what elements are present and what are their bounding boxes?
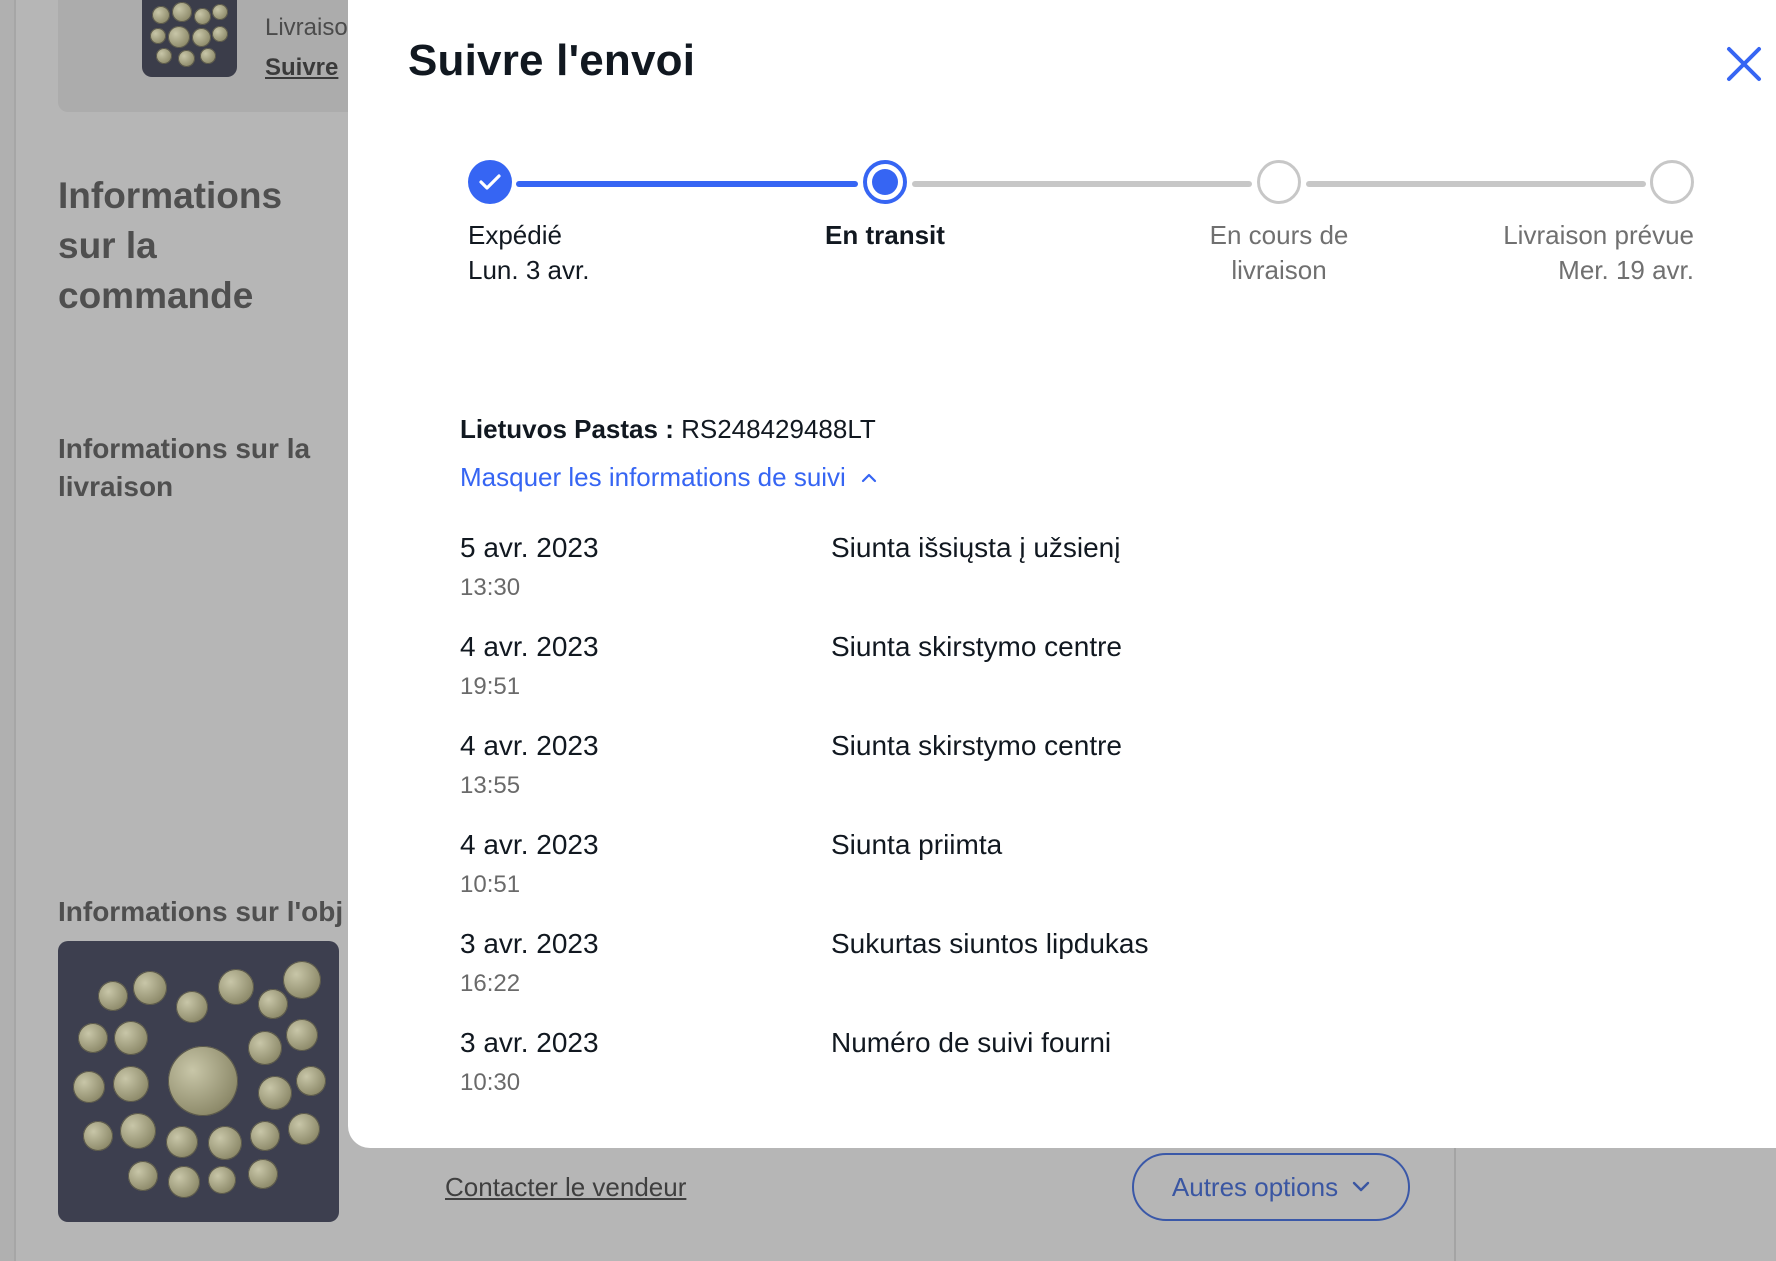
event-date: 4 avr. 2023: [460, 730, 599, 761]
step-expected-delivery-date: Mer. 19 avr.: [1558, 255, 1694, 285]
tracking-event: 4 avr. 2023 10:51 Siunta priimta: [460, 829, 1660, 928]
close-button[interactable]: [1720, 40, 1768, 88]
event-description: Siunta priimta: [831, 829, 1003, 860]
shipment-progress-tracker: Expédié Lun. 3 avr. En transit En cours …: [348, 160, 1776, 300]
order-info-heading: Informations sur la commande: [58, 174, 283, 316]
step-out-for-delivery-label: En cours de livraison: [1179, 218, 1379, 288]
event-description: Siunta skirstymo centre: [831, 730, 1122, 761]
track-shipment-link[interactable]: Suivre: [265, 54, 338, 82]
event-time: 16:22: [460, 970, 521, 997]
tracking-event: 3 avr. 2023 10:30 Numéro de suivi fourni: [460, 1027, 1660, 1126]
step-expected-delivery-node: [1650, 160, 1694, 204]
event-time: 13:55: [460, 772, 521, 799]
step-expected-delivery-label: Livraison prévue Mer. 19 avr.: [1444, 218, 1694, 288]
step-out-for-delivery-sub: livraison: [1231, 255, 1327, 285]
step-shipped-node: [468, 160, 512, 204]
progress-segment-3: [1306, 181, 1646, 187]
delivery-status-text: Livraiso: [265, 14, 348, 41]
more-options-button[interactable]: Autres options: [1132, 1153, 1410, 1221]
progress-segment-1: [516, 181, 858, 187]
item-info-heading: Informations sur l'obj: [58, 896, 344, 927]
check-icon: [479, 174, 501, 190]
tracking-event: 4 avr. 2023 19:51 Siunta skirstymo centr…: [460, 631, 1660, 730]
tracking-event: 4 avr. 2023 13:55 Siunta skirstymo centr…: [460, 730, 1660, 829]
close-icon: [1727, 47, 1761, 81]
step-in-transit-title: En transit: [825, 220, 945, 250]
event-date: 4 avr. 2023: [460, 829, 599, 860]
hide-tracking-details-link[interactable]: Masquer les informations de suivi: [460, 462, 878, 493]
dialog-title: Suivre l'envoi: [408, 36, 696, 85]
step-in-transit-label: En transit: [785, 218, 985, 253]
carrier-tracking-number: Lietuvos Pastas : RS248429488LT: [460, 414, 876, 445]
item-thumbnail-small[interactable]: [142, 0, 237, 77]
chevron-down-icon: [1352, 1181, 1370, 1192]
carrier-name: Lietuvos Pastas :: [460, 414, 674, 444]
event-time: 19:51: [460, 673, 521, 700]
event-time: 10:51: [460, 871, 521, 898]
column-divider: [1454, 1148, 1456, 1261]
tracking-events-list: 5 avr. 2023 13:30 Siunta išsiųsta į užsi…: [460, 532, 1660, 1126]
step-shipped-label: Expédié Lun. 3 avr.: [468, 218, 589, 288]
tracking-event: 3 avr. 2023 16:22 Sukurtas siuntos lipdu…: [460, 928, 1660, 1027]
event-date: 3 avr. 2023: [460, 928, 599, 959]
progress-segment-2: [912, 181, 1252, 187]
more-options-label: Autres options: [1171, 1171, 1339, 1202]
step-out-for-delivery-title: En cours de: [1209, 220, 1349, 250]
event-description: Sukurtas siuntos lipdukas: [831, 928, 1149, 959]
track-shipment-dialog: Suivre l'envoi Expédié Lun. 3 avr. En tr…: [348, 0, 1776, 1148]
item-image[interactable]: [58, 941, 339, 1222]
event-date: 5 avr. 2023: [460, 532, 599, 563]
event-time: 13:30: [460, 574, 521, 601]
hide-tracking-details-label: Masquer les informations de suivi: [460, 462, 846, 492]
chevron-up-icon: [861, 473, 876, 482]
step-in-transit-node: [863, 160, 907, 204]
tracking-number: RS248429488LT: [681, 414, 876, 444]
event-date: 4 avr. 2023: [460, 631, 599, 662]
step-shipped-title: Expédié: [468, 220, 562, 250]
left-rail: [0, 0, 16, 1261]
contact-seller-link[interactable]: Contacter le vendeur: [445, 1172, 686, 1203]
shipping-info-heading: Informations sur la livraison: [58, 433, 311, 502]
tracking-event: 5 avr. 2023 13:30 Siunta išsiųsta į užsi…: [460, 532, 1660, 631]
event-time: 10:30: [460, 1069, 521, 1096]
step-out-for-delivery-node: [1257, 160, 1301, 204]
step-shipped-date: Lun. 3 avr.: [468, 255, 590, 285]
step-expected-delivery-title: Livraison prévue: [1503, 220, 1694, 250]
event-description: Siunta išsiųsta į užsienį: [831, 532, 1121, 563]
event-date: 3 avr. 2023: [460, 1027, 599, 1058]
event-description: Siunta skirstymo centre: [831, 631, 1122, 662]
event-description: Numéro de suivi fourni: [831, 1027, 1112, 1058]
